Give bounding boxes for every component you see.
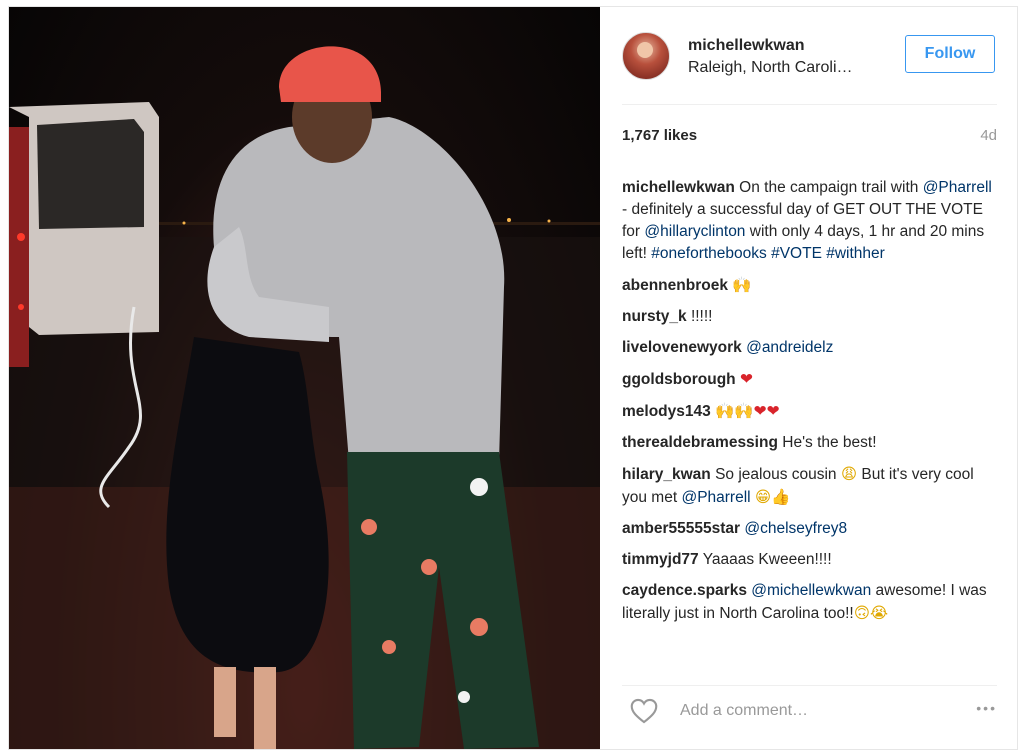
- hands-hearts-emoji: 🙌🙌❤❤: [715, 402, 780, 420]
- mention-link[interactable]: @Pharrell: [681, 489, 750, 506]
- post-side-panel: michellewkwan Raleigh, North Caroli… Fol…: [600, 7, 1017, 749]
- comment-username[interactable]: timmyjd77: [622, 551, 699, 568]
- caption-username[interactable]: michellewkwan: [622, 179, 735, 196]
- comment-item: ggoldsborough ❤: [622, 368, 997, 391]
- add-comment-input[interactable]: [680, 700, 940, 722]
- comment-item: hilary_kwan So jealous cousin 😩 But it's…: [622, 463, 997, 509]
- comment-item: livelovenewyork @andreidelz: [622, 337, 997, 359]
- follow-button[interactable]: Follow: [905, 35, 995, 73]
- comment-username[interactable]: amber55555star: [622, 520, 740, 537]
- comment-item: nursty_k !!!!!: [622, 306, 997, 328]
- comment-item: therealdebramessing He's the best!: [622, 432, 997, 454]
- comment-username[interactable]: hilary_kwan: [622, 466, 711, 483]
- mention-link[interactable]: @andreidelz: [746, 339, 833, 356]
- upside-down-crying-emoji: 🙃😭: [853, 604, 889, 622]
- comment-username[interactable]: nursty_k: [622, 308, 687, 325]
- post-timestamp[interactable]: 4d: [980, 127, 997, 144]
- mention-link[interactable]: @michellewkwan: [751, 582, 871, 599]
- comment-item: caydence.sparks @michellewkwan awesome! …: [622, 580, 997, 625]
- weary-face-emoji: 😩: [840, 465, 858, 483]
- post-photo[interactable]: [9, 7, 600, 749]
- comment-text: He's the best!: [782, 434, 877, 451]
- comments-list: michellewkwan On the campaign trail with…: [622, 177, 997, 634]
- caption: michellewkwan On the campaign trail with…: [622, 177, 997, 265]
- likes-row: 1,767 likes 4d: [622, 127, 997, 151]
- mention-link[interactable]: @chelseyfrey8: [744, 520, 847, 537]
- post-username[interactable]: michellewkwan: [688, 37, 805, 55]
- comment-username[interactable]: livelovenewyork: [622, 339, 742, 356]
- comment-item: amber55555star @chelseyfrey8: [622, 518, 997, 540]
- comment-text: !!!!!: [690, 308, 713, 325]
- heart-emoji: ❤: [739, 370, 753, 388]
- likes-count[interactable]: 1,767 likes: [622, 127, 697, 144]
- more-options-icon[interactable]: •••: [976, 700, 997, 716]
- comment-username[interactable]: ggoldsborough: [622, 371, 736, 388]
- comment-text: Yaaaas Kweeen!!!!: [702, 551, 832, 568]
- comment-username[interactable]: therealdebramessing: [622, 434, 778, 451]
- comment-item: melodys143 🙌🙌❤❤: [622, 400, 997, 423]
- heart-icon[interactable]: [630, 698, 658, 724]
- post-footer: •••: [622, 685, 997, 733]
- mention-link[interactable]: @Pharrell: [923, 179, 992, 196]
- avatar[interactable]: [622, 32, 670, 80]
- comment-username[interactable]: caydence.sparks: [622, 582, 747, 599]
- hashtag-links[interactable]: #oneforthebooks #VOTE #withher: [651, 245, 885, 262]
- comment-text: So jealous cousin: [715, 466, 837, 483]
- instagram-post: michellewkwan Raleigh, North Caroli… Fol…: [8, 6, 1018, 750]
- comment-item: abennenbroek 🙌: [622, 274, 997, 297]
- photo-illustration: [9, 46, 600, 749]
- post-location[interactable]: Raleigh, North Caroli…: [688, 59, 884, 77]
- raised-hands-emoji: 🙌: [732, 276, 752, 294]
- comment-username[interactable]: abennenbroek: [622, 277, 728, 294]
- comment-item: timmyjd77 Yaaaas Kweeen!!!!: [622, 549, 997, 571]
- mention-link[interactable]: @hillaryclinton: [644, 223, 745, 240]
- caption-text: On the campaign trail with: [739, 179, 919, 196]
- post-header: michellewkwan Raleigh, North Caroli… Fol…: [622, 7, 997, 105]
- grin-thumbs-up-emoji: 😁👍: [754, 488, 791, 506]
- comment-username[interactable]: melodys143: [622, 403, 711, 420]
